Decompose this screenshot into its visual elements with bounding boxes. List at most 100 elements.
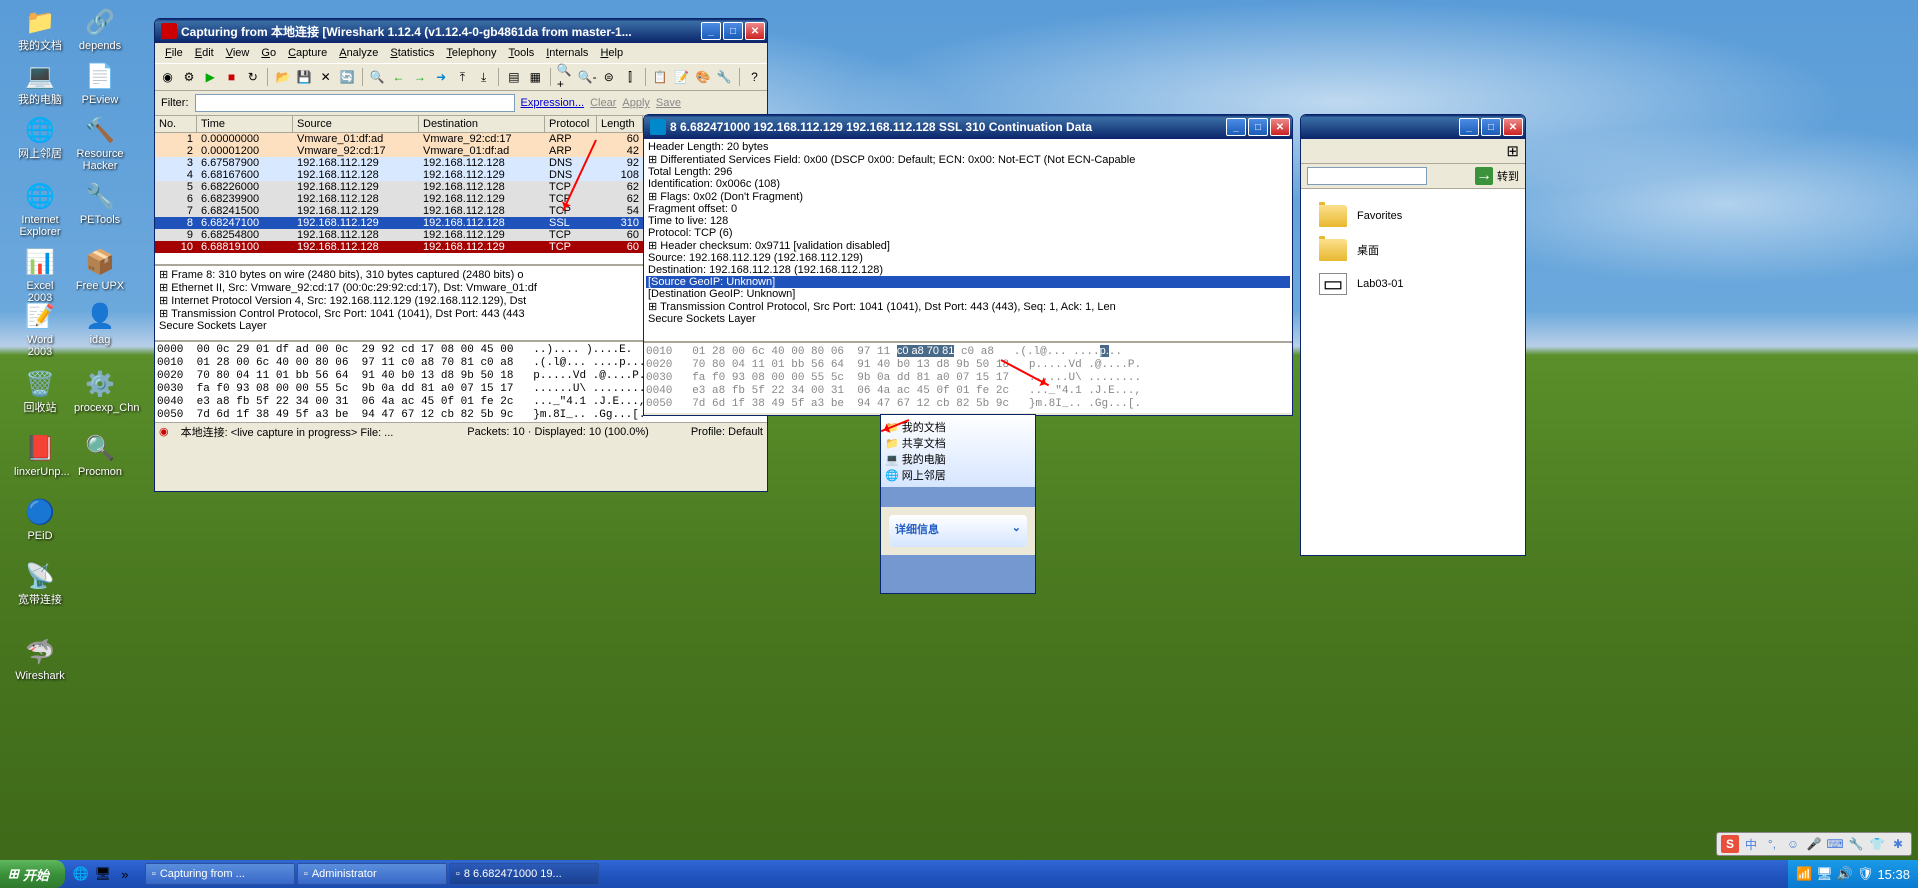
tree-line[interactable]: Time to live: 128 — [646, 215, 1290, 227]
resize-icon[interactable]: ⫿ — [620, 67, 639, 87]
interfaces-icon[interactable]: ◉ — [158, 67, 177, 87]
desktop-icon-peid[interactable]: 🔵PEiD — [14, 496, 66, 542]
ie-icon[interactable]: 🌐 — [71, 864, 91, 884]
desktop-icon[interactable]: 🖥 — [93, 864, 113, 884]
menu-capture[interactable]: Capture — [282, 45, 333, 61]
reload-icon[interactable]: 🔄 — [337, 67, 356, 87]
options-icon[interactable]: ⚙ — [179, 67, 198, 87]
close-button[interactable]: ✕ — [1270, 118, 1290, 136]
ime-button[interactable]: ⌨ — [1826, 835, 1844, 853]
tree-line[interactable]: Identification: 0x006c (108) — [646, 178, 1290, 190]
save-link[interactable]: Save — [656, 97, 681, 109]
taskbar-task[interactable]: ▫8 6.682471000 19... — [449, 863, 599, 885]
sidebar-item[interactable]: 💻 我的电脑 — [885, 451, 1031, 467]
taskbar-task[interactable]: ▫Capturing from ... — [145, 863, 295, 885]
tree-line[interactable]: Source: 192.168.112.129 (192.168.112.129… — [646, 252, 1290, 264]
tree-line[interactable]: Header Length: 20 bytes — [646, 141, 1290, 153]
clear-link[interactable]: Clear — [590, 97, 616, 109]
menu-analyze[interactable]: Analyze — [333, 45, 384, 61]
first-icon[interactable]: ⤒ — [453, 67, 472, 87]
desktop-icon-ie[interactable]: 🌐InternetExplorer — [14, 180, 66, 238]
zoom100-icon[interactable]: ⊜ — [599, 67, 618, 87]
find-icon[interactable]: 🔍 — [368, 67, 387, 87]
tree-line[interactable]: Destination: 192.168.112.128 (192.168.11… — [646, 264, 1290, 276]
menu-statistics[interactable]: Statistics — [384, 45, 440, 61]
menu-tools[interactable]: Tools — [503, 45, 541, 61]
zoomout-icon[interactable]: 🔍- — [577, 67, 597, 87]
column-header[interactable]: Source — [293, 116, 419, 132]
tree-line[interactable]: Secure Sockets Layer — [646, 313, 1290, 325]
chevron-icon[interactable]: » — [115, 864, 135, 884]
start-icon[interactable]: ▶ — [201, 67, 220, 87]
desktop-icon-my-documents[interactable]: 📁我的文档 — [14, 6, 66, 52]
system-tray[interactable]: 📶 🖥 🔊 🛡 15:38 — [1788, 860, 1918, 888]
column-header[interactable]: Destination — [419, 116, 545, 132]
forward-icon[interactable]: → — [410, 67, 429, 87]
detail-tree[interactable]: Header Length: 20 bytes⊞ Differentiated … — [644, 139, 1292, 341]
desktop-icon-resource-hacker[interactable]: 🔨ResourceHacker — [74, 114, 126, 172]
menu-edit[interactable]: Edit — [189, 45, 220, 61]
tree-line[interactable]: Fragment offset: 0 — [646, 203, 1290, 215]
ime-toolbar[interactable]: S 中°,☺🎤⌨🔧👕✱ — [1716, 832, 1912, 856]
go-button[interactable]: → — [1475, 167, 1493, 185]
sidebar-item[interactable]: 📁 共享文档 — [885, 435, 1031, 451]
maximize-button[interactable]: □ — [1481, 118, 1501, 136]
ime-button[interactable]: 👕 — [1868, 835, 1886, 853]
tree-line[interactable]: Total Length: 296 — [646, 166, 1290, 178]
desktop-icon-wireshark[interactable]: 🦈Wireshark — [14, 636, 66, 682]
stop-icon[interactable]: ■ — [222, 67, 241, 87]
ime-logo-icon[interactable]: S — [1721, 835, 1739, 853]
desktop-icon-recycle[interactable]: 🗑️回收站 — [14, 368, 66, 414]
menu-view[interactable]: View — [220, 45, 256, 61]
titlebar[interactable]: 8 6.682471000 192.168.112.129 192.168.11… — [644, 115, 1292, 139]
desktop-icon-procexp[interactable]: ⚙️procexp_Chn — [74, 368, 126, 414]
restart-icon[interactable]: ↻ — [243, 67, 262, 87]
desktop-icon-word[interactable]: 📝Word 2003 — [14, 300, 66, 358]
tree-line[interactable]: Protocol: TCP (6) — [646, 227, 1290, 239]
maximize-button[interactable]: □ — [723, 22, 743, 40]
column-header[interactable]: Protocol — [545, 116, 597, 132]
desktop-icon-broadband[interactable]: 📡宽带连接 — [14, 560, 66, 606]
explorer-fragment[interactable]: 📁 我的文档 📁 共享文档 💻 我的电脑 🌐 网上邻居 详细信息⌄ — [880, 414, 1036, 594]
taskbar-task[interactable]: ▫Administrator — [297, 863, 447, 885]
minimize-button[interactable]: _ — [1459, 118, 1479, 136]
titlebar[interactable]: _ □ ✕ — [1301, 115, 1525, 139]
address-input[interactable] — [1307, 167, 1427, 185]
tree-line[interactable]: ⊞ Differentiated Services Field: 0x00 (D… — [646, 153, 1290, 166]
close-file-icon[interactable]: ✕ — [316, 67, 335, 87]
display-filter-icon[interactable]: 📝 — [672, 67, 691, 87]
desktop-icon-depends[interactable]: 🔗depends — [74, 6, 126, 52]
close-button[interactable]: ✕ — [745, 22, 765, 40]
goto-icon[interactable]: ➜ — [431, 67, 450, 87]
close-button[interactable]: ✕ — [1503, 118, 1523, 136]
menu-internals[interactable]: Internals — [540, 45, 594, 61]
packet-detail-window[interactable]: 8 6.682471000 192.168.112.129 192.168.11… — [643, 114, 1293, 416]
titlebar[interactable]: Capturing from 本地连接 [Wireshark 1.12.4 (v… — [155, 19, 767, 43]
desktop-icon-excel[interactable]: 📊Excel 2003 — [14, 246, 66, 304]
start-button[interactable]: ⊞ 开始 — [0, 860, 65, 888]
tree-line[interactable]: ⊞ Header checksum: 0x9711 [validation di… — [646, 239, 1290, 252]
ime-button[interactable]: 中 — [1742, 835, 1760, 853]
zoomin-icon[interactable]: 🔍+ — [556, 67, 575, 87]
tree-line[interactable]: ⊞ Flags: 0x02 (Don't Fragment) — [646, 190, 1290, 203]
desktop-icon-linxer[interactable]: 📕linxerUnp... — [14, 432, 66, 478]
menu-telephony[interactable]: Telephony — [440, 45, 502, 61]
taskbar[interactable]: ⊞ 开始 🌐 🖥 » ▫Capturing from ...▫Administr… — [0, 860, 1918, 888]
file-item[interactable]: ▭Lab03-01 — [1317, 267, 1509, 301]
maximize-button[interactable]: □ — [1248, 118, 1268, 136]
last-icon[interactable]: ⤓ — [474, 67, 493, 87]
desktop-icon-petools[interactable]: 🔧PETools — [74, 180, 126, 226]
explorer-window[interactable]: _ □ ✕ ⊞ → 转到 Favorites桌面▭Lab03-01 — [1300, 114, 1526, 556]
menu-go[interactable]: Go — [255, 45, 282, 61]
open-icon[interactable]: 📂 — [273, 67, 292, 87]
detail-hex[interactable]: 0010 01 28 00 6c 40 00 80 06 97 11 c0 a8… — [644, 341, 1292, 413]
ime-button[interactable]: 🔧 — [1847, 835, 1865, 853]
colorize-icon[interactable]: ▤ — [504, 67, 523, 87]
tray-icon[interactable]: 🛡 — [1857, 866, 1874, 882]
ime-button[interactable]: ☺ — [1784, 835, 1802, 853]
minimize-button[interactable]: _ — [701, 22, 721, 40]
capture-filter-icon[interactable]: 📋 — [651, 67, 670, 87]
desktop-icon-network[interactable]: 🌐网上邻居 — [14, 114, 66, 160]
sidebar-item[interactable]: 🌐 网上邻居 — [885, 467, 1031, 483]
desktop-icon-procmon[interactable]: 🔍Procmon — [74, 432, 126, 478]
